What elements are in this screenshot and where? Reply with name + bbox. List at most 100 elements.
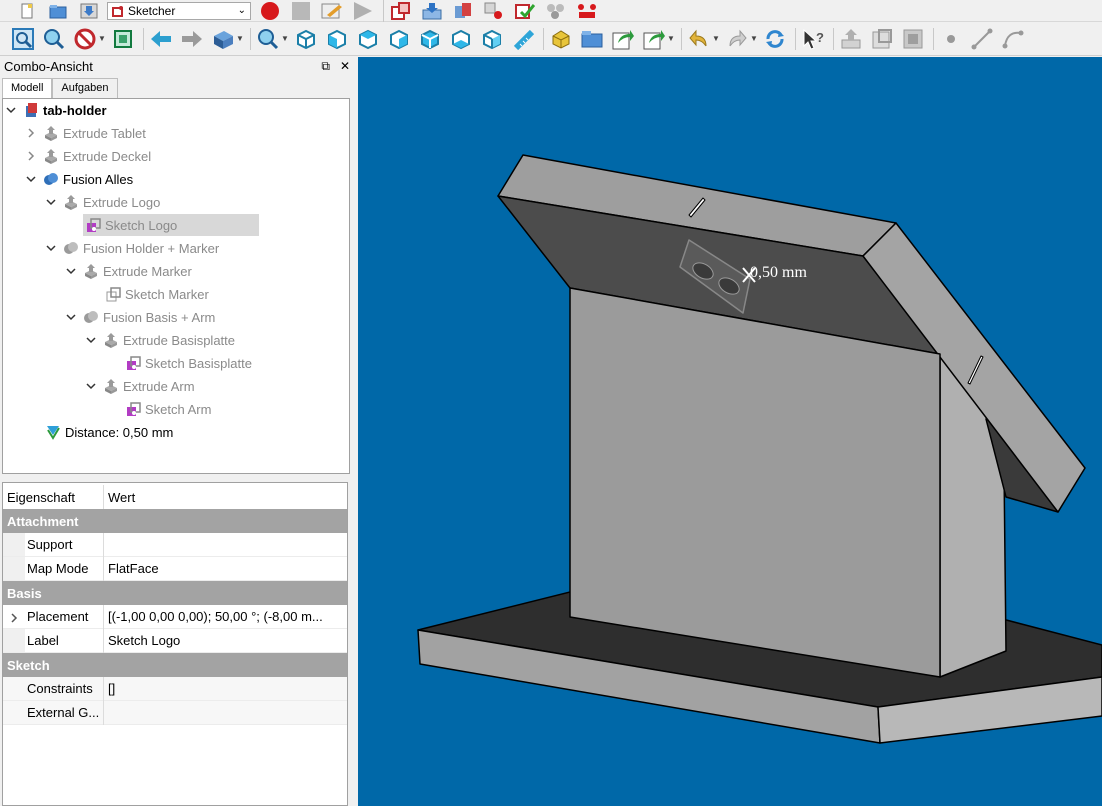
property-group-attachment[interactable]: Attachment (3, 509, 347, 533)
run-macro-icon[interactable] (350, 1, 376, 21)
property-row-support[interactable]: Support (3, 532, 347, 557)
rear-view-icon[interactable] (417, 26, 443, 52)
chevron-down-icon[interactable] (65, 265, 77, 277)
chevron-down-icon[interactable] (85, 334, 97, 346)
tree-item-extrude-logo[interactable]: Extrude Logo (45, 191, 160, 213)
tree-item-extrude-basisplatte[interactable]: Extrude Basisplatte (85, 329, 235, 351)
traverse-icon[interactable] (574, 1, 600, 21)
workbench-selector[interactable]: Sketcher ⌄ (107, 1, 251, 20)
std-views-icon[interactable] (210, 26, 236, 52)
tree-item-fusion-holder-marker[interactable]: Fusion Holder + Marker (45, 237, 219, 259)
tree-item-sketch-marker[interactable]: Sketch Marker (103, 283, 209, 305)
macro-icon[interactable] (543, 1, 569, 21)
chevron-right-icon[interactable] (25, 127, 37, 139)
tree-item-extrude-marker[interactable]: Extrude Marker (65, 260, 192, 282)
tree-item-sketch-arm[interactable]: Sketch Arm (123, 398, 211, 420)
redo-icon[interactable] (724, 26, 750, 52)
property-row-constraints[interactable]: Constraints [] (3, 676, 347, 701)
section-view-icon[interactable] (900, 26, 926, 52)
group-icon[interactable] (579, 26, 605, 52)
property-row-map-mode[interactable]: Map Mode FlatFace (3, 556, 347, 581)
fit-all-icon[interactable] (10, 26, 36, 52)
edit-macro-icon[interactable] (319, 1, 345, 21)
line-icon[interactable] (969, 26, 995, 52)
chevron-down-icon[interactable]: ▼ (667, 34, 675, 43)
undo-icon[interactable] (686, 26, 712, 52)
link-icon[interactable] (610, 26, 636, 52)
chevron-down-icon[interactable] (85, 380, 97, 392)
refresh-icon[interactable] (762, 26, 788, 52)
tree-item-extrude-tablet[interactable]: Extrude Tablet (25, 122, 146, 144)
property-group-sketch[interactable]: Sketch (3, 653, 347, 677)
new-file-icon[interactable] (14, 1, 40, 21)
property-value[interactable]: [(-1,00 0,00 0,00); 50,00 °; (-8,00 m... (104, 609, 344, 624)
property-row-external-geometry[interactable]: External G... (3, 700, 347, 725)
upload-icon[interactable] (838, 26, 864, 52)
close-icon[interactable]: ✕ (340, 59, 350, 74)
chevron-right-icon[interactable] (9, 611, 19, 626)
property-row-label[interactable]: Label Sketch Logo (3, 628, 347, 653)
tree-item-sketch-basisplatte[interactable]: Sketch Basisplatte (123, 352, 252, 374)
tree-item-tab-holder[interactable]: tab-holder (5, 99, 107, 121)
chevron-down-icon[interactable] (45, 242, 57, 254)
property-value[interactable]: Sketch Logo (104, 633, 344, 648)
fusion-icon (63, 240, 79, 256)
chevron-down-icon[interactable] (65, 311, 77, 323)
save-icon[interactable] (76, 1, 102, 21)
whats-this-icon[interactable]: ? (800, 26, 826, 52)
chevron-down-icon[interactable]: ▼ (281, 34, 289, 43)
back-icon[interactable] (148, 26, 174, 52)
property-value[interactable]: FlatFace (104, 561, 344, 576)
dimension-label[interactable]: 0,50 mm (750, 264, 807, 282)
property-value[interactable]: [] (104, 681, 344, 696)
forward-icon[interactable] (179, 26, 205, 52)
left-view-icon[interactable] (479, 26, 505, 52)
chevron-down-icon[interactable]: ▼ (98, 34, 106, 43)
front-view-icon[interactable] (324, 26, 350, 52)
sub-link-icon[interactable] (641, 26, 667, 52)
float-panel-icon[interactable]: ⧉ (321, 59, 330, 74)
right-view-icon[interactable] (386, 26, 412, 52)
chevron-right-icon[interactable] (25, 150, 37, 162)
open-file-icon[interactable] (45, 1, 71, 21)
chevron-down-icon[interactable] (25, 173, 37, 185)
std-part-icon[interactable] (450, 1, 476, 21)
view-zoom-icon[interactable] (255, 26, 281, 52)
combo-tabs: Modell Aufgaben (2, 78, 118, 98)
bottom-view-icon[interactable] (448, 26, 474, 52)
tree-item-distance[interactable]: Distance: 0,50 mm (45, 421, 173, 443)
arc-icon[interactable] (1000, 26, 1026, 52)
part-icon[interactable] (548, 26, 574, 52)
3d-viewport[interactable]: 0,50 mm (358, 57, 1102, 806)
tree-item-fusion-basis-arm[interactable]: Fusion Basis + Arm (65, 306, 215, 328)
check-geometry-icon[interactable] (512, 1, 538, 21)
chevron-down-icon[interactable] (5, 104, 17, 116)
fit-selection-icon[interactable] (41, 26, 67, 52)
tablet-holder-model[interactable] (358, 57, 1102, 806)
tree-item-sketch-logo[interactable]: Sketch Logo (83, 214, 259, 236)
property-row-placement[interactable]: Placement [(-1,00 0,00 0,00); 50,00 °; (… (3, 604, 347, 629)
tree-item-fusion-alles[interactable]: Fusion Alles (25, 168, 133, 190)
tab-aufgaben[interactable]: Aufgaben (52, 78, 118, 98)
tree-item-extrude-deckel[interactable]: Extrude Deckel (25, 145, 151, 167)
sketch-view-icon[interactable] (869, 26, 895, 52)
tab-modell[interactable]: Modell (2, 78, 53, 98)
draw-style-icon[interactable] (72, 26, 98, 52)
export-icon[interactable] (419, 1, 445, 21)
stop-macro-icon[interactable] (288, 1, 314, 21)
record-macro-icon[interactable] (257, 1, 283, 21)
isometric-icon[interactable] (293, 26, 319, 52)
dependency-graph-icon[interactable] (388, 1, 414, 21)
top-view-icon[interactable] (355, 26, 381, 52)
measure-icon[interactable] (510, 26, 536, 52)
bounding-box-icon[interactable] (110, 26, 136, 52)
chevron-down-icon[interactable]: ▼ (750, 34, 758, 43)
chevron-down-icon[interactable]: ▼ (236, 34, 244, 43)
chevron-down-icon[interactable] (45, 196, 57, 208)
tree-item-extrude-arm[interactable]: Extrude Arm (85, 375, 195, 397)
point-icon[interactable] (938, 26, 964, 52)
chevron-down-icon[interactable]: ▼ (712, 34, 720, 43)
property-group-basis[interactable]: Basis (3, 581, 347, 605)
tree-item-label: Extrude Deckel (63, 148, 152, 164)
links-icon[interactable] (481, 1, 507, 21)
